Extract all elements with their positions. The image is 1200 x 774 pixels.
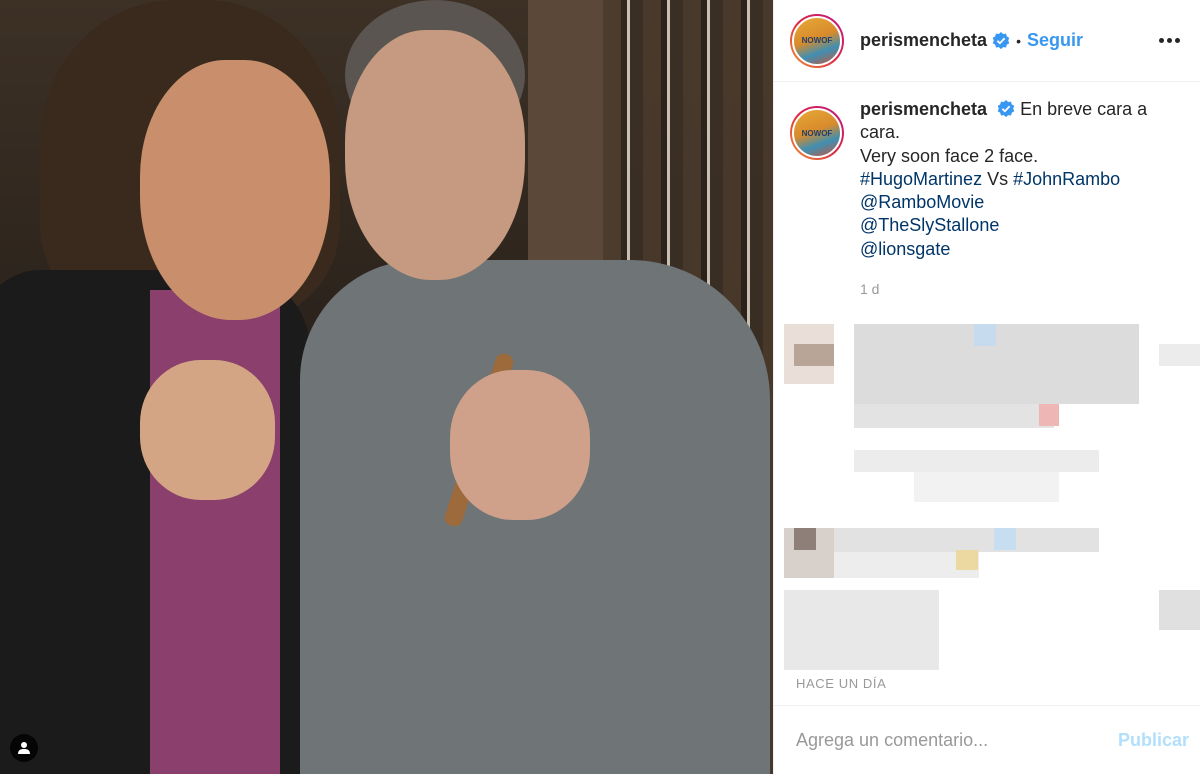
comment-bar: Publicar — [774, 705, 1200, 774]
author-avatar-image: NOWOF — [792, 15, 842, 66]
user-tag-icon[interactable] — [10, 734, 38, 762]
blurred-comments-area — [774, 310, 1200, 670]
post-side-panel: NOWOF perismencheta • Seguir NOWOF peris… — [773, 0, 1200, 774]
caption-text: perismencheta En breve cara a cara. Very… — [860, 98, 1184, 261]
caption-avatar[interactable]: NOWOF — [790, 106, 844, 160]
mention-lionsgate[interactable]: @lionsgate — [860, 238, 1184, 261]
caption-line-2: Very soon face 2 face. — [860, 145, 1039, 166]
post-photo[interactable] — [0, 0, 773, 774]
follow-button[interactable]: Seguir — [1027, 30, 1083, 51]
verified-badge-icon — [997, 100, 1015, 118]
publish-button[interactable]: Publicar — [1118, 730, 1189, 751]
photo-person-left-face — [140, 60, 330, 320]
author-avatar-text: NOWOF — [801, 36, 833, 45]
author-avatar[interactable]: NOWOF — [790, 13, 844, 68]
caption-timestamp: 1 d — [860, 281, 880, 298]
mention-rambomovie[interactable]: @RamboMovie — [860, 191, 1184, 214]
separator-dot: • — [1016, 32, 1021, 49]
hashtag-hugomartinez[interactable]: #HugoMartinez — [860, 169, 982, 189]
mention-theslystallone[interactable]: @TheSlyStallone — [860, 214, 1184, 237]
comment-input[interactable] — [796, 729, 1118, 751]
post-date: HACE UN DÍA — [796, 676, 887, 691]
post-header: NOWOF perismencheta • Seguir — [774, 0, 1200, 82]
verified-badge-icon — [992, 31, 1010, 49]
caption-username[interactable]: perismencheta — [860, 99, 987, 119]
photo-fist-left — [140, 360, 275, 500]
caption-avatar-text: NOWOF — [801, 128, 833, 138]
more-options-icon[interactable] — [1155, 32, 1184, 49]
photo-fist-right — [450, 370, 590, 520]
author-username[interactable]: perismencheta — [860, 30, 987, 51]
caption-vs: Vs — [987, 168, 1009, 189]
hashtag-johnrambo[interactable]: #JohnRambo — [1013, 169, 1120, 189]
caption-section: NOWOF perismencheta En breve cara a cara… — [774, 82, 1200, 261]
caption-avatar-image: NOWOF — [792, 108, 842, 158]
photo-person-right-face — [345, 30, 525, 280]
